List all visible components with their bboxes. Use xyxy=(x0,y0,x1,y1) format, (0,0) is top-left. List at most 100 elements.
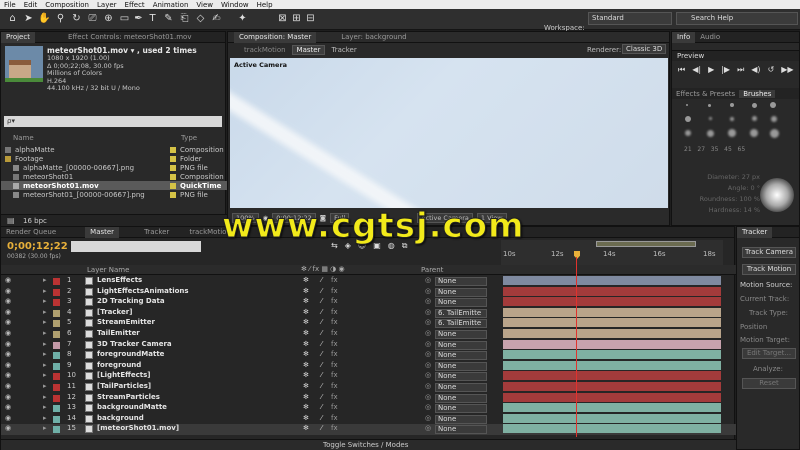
parent-select[interactable]: None xyxy=(435,340,487,350)
col-parent[interactable]: Parent xyxy=(421,266,443,274)
pickwhip-icon[interactable]: ◎ xyxy=(425,297,431,305)
parent-select[interactable]: None xyxy=(435,351,487,361)
visibility-eye-icon[interactable]: ◉ xyxy=(5,329,11,337)
layer-duration-bar[interactable] xyxy=(503,403,721,413)
pickwhip-icon[interactable]: ◎ xyxy=(425,350,431,358)
layer-duration-bar[interactable] xyxy=(503,392,721,402)
visibility-eye-icon[interactable]: ◉ xyxy=(5,308,11,316)
visibility-eye-icon[interactable]: ◉ xyxy=(5,276,11,284)
visibility-eye-icon[interactable]: ◉ xyxy=(5,287,11,295)
expand-arrow-icon[interactable]: ▸ xyxy=(43,318,47,326)
pickwhip-icon[interactable]: ◎ xyxy=(425,371,431,379)
layer-name[interactable]: StreamEmitter xyxy=(97,318,155,326)
shy-switch-icon[interactable]: ✻ xyxy=(303,361,309,369)
list-item[interactable]: alphaMatte_[00000-00667].png PNG file xyxy=(1,163,227,172)
current-timecode[interactable]: 0;00;12;22 xyxy=(7,241,68,252)
tab-brushes[interactable]: Brushes xyxy=(739,89,776,98)
time-ruler[interactable]: 10s 12s 14s 16s 18s xyxy=(501,240,723,266)
table-row[interactable]: ◉ ▸ 15 [meteorShot01.mov] ✻ ⁄ fx ◎ None xyxy=(1,424,736,435)
quality-switch-icon[interactable]: ⁄ xyxy=(321,393,322,401)
label-color[interactable] xyxy=(53,352,60,360)
quality-switch-icon[interactable]: ⁄ xyxy=(321,350,322,358)
table-row[interactable]: ◉ ▸ 4 [Tracker] ✻ ⁄ fx ◎ 6. TailEmitte xyxy=(1,307,736,319)
quality-switch-icon[interactable]: ⁄ xyxy=(321,340,322,348)
expand-arrow-icon[interactable]: ▸ xyxy=(43,393,47,401)
renderer-select[interactable]: Classic 3D xyxy=(622,44,667,54)
menu-effect[interactable]: Effect xyxy=(121,1,149,9)
layer-name[interactable]: [TailParticles] xyxy=(97,382,151,390)
effect-switch-icon[interactable]: fx xyxy=(331,329,338,337)
quality-switch-icon[interactable]: ⁄ xyxy=(321,403,322,411)
layer-duration-bar[interactable] xyxy=(503,329,721,338)
pickwhip-icon[interactable]: ◎ xyxy=(425,403,431,411)
label-color[interactable] xyxy=(53,320,60,328)
ram-preview-icon[interactable]: ▶▶ xyxy=(781,65,793,75)
table-row[interactable]: ◉ ▸ 7 3D Tracker Camera ✻ ⁄ fx ◎ None xyxy=(1,339,736,351)
parent-select[interactable]: None xyxy=(435,372,487,382)
parent-select[interactable]: None xyxy=(435,287,487,297)
tab-effects-presets[interactable]: Effects & Presets xyxy=(672,90,739,98)
brush-grid[interactable]: 21 27 35 45 65 xyxy=(676,102,794,166)
quality-switch-icon[interactable]: ⁄ xyxy=(321,297,322,305)
expand-arrow-icon[interactable]: ▸ xyxy=(43,297,47,305)
menu-layer[interactable]: Layer xyxy=(93,1,121,9)
layer-duration-bar[interactable] xyxy=(503,350,721,360)
layer-duration-bar[interactable] xyxy=(503,360,721,370)
table-row[interactable]: ◉ ▸ 3 2D Tracking Data ✻ ⁄ fx ◎ None xyxy=(1,297,736,308)
quality-switch-icon[interactable]: ⁄ xyxy=(321,318,322,326)
tab-audio[interactable]: Audio xyxy=(695,32,725,43)
layer-name[interactable]: TailEmitter xyxy=(97,329,140,337)
next-frame-icon[interactable]: |▶ xyxy=(721,65,730,75)
visibility-eye-icon[interactable]: ◉ xyxy=(5,371,11,379)
rotate-tool-icon[interactable]: ↻ xyxy=(70,12,83,25)
home-icon[interactable]: ⌂ xyxy=(6,12,19,25)
expand-arrow-icon[interactable]: ▸ xyxy=(43,276,47,284)
comp-nav-tracker[interactable]: Tracker xyxy=(327,46,360,54)
tab-info[interactable]: Info xyxy=(672,31,696,43)
table-row[interactable]: ◉ ▸ 6 TailEmitter ✻ ⁄ fx ◎ None xyxy=(1,329,736,340)
label-color[interactable] xyxy=(53,415,60,423)
layer-duration-bar[interactable] xyxy=(503,413,721,423)
expand-arrow-icon[interactable]: ▸ xyxy=(43,361,47,369)
loop-icon[interactable]: ↺ xyxy=(768,65,775,75)
search-help-field[interactable]: Search Help xyxy=(676,12,798,25)
layer-name[interactable]: LensEffects xyxy=(97,276,142,284)
axis-icon[interactable]: ⊠ xyxy=(276,12,289,25)
label-color[interactable] xyxy=(53,278,60,285)
expand-arrow-icon[interactable]: ▸ xyxy=(43,424,47,432)
layer-name[interactable]: backgroundMatte xyxy=(97,403,167,411)
position-checkbox[interactable]: Position xyxy=(740,323,767,331)
parent-select[interactable]: None xyxy=(435,383,487,392)
effect-switch-icon[interactable]: fx xyxy=(331,361,338,369)
effect-switch-icon[interactable]: fx xyxy=(331,297,338,305)
roto-tool-icon[interactable]: ✍ xyxy=(210,12,223,25)
parent-select[interactable]: None xyxy=(435,393,487,403)
tab-tracker-panel[interactable]: Tracker xyxy=(737,226,773,238)
pickwhip-icon[interactable]: ◎ xyxy=(425,287,431,295)
pickwhip-icon[interactable]: ◎ xyxy=(425,382,431,390)
list-item[interactable]: meteorShot01_[00000-00667].png PNG file xyxy=(1,190,227,199)
quality-switch-icon[interactable]: ⁄ xyxy=(321,371,322,379)
parent-select[interactable]: None xyxy=(435,414,487,424)
effect-switch-icon[interactable]: fx xyxy=(331,308,338,316)
list-item[interactable]: Footage Folder xyxy=(1,154,227,163)
selection-tool-icon[interactable]: ➤ xyxy=(22,12,35,25)
visibility-eye-icon[interactable]: ◉ xyxy=(5,424,11,432)
preview-panel-title[interactable]: Preview xyxy=(677,52,704,60)
layer-name[interactable]: 3D Tracker Camera xyxy=(97,340,172,348)
visibility-eye-icon[interactable]: ◉ xyxy=(5,393,11,401)
effect-switch-icon[interactable]: fx xyxy=(331,287,338,295)
layer-duration-bar[interactable] xyxy=(503,297,721,307)
menu-window[interactable]: Window xyxy=(217,1,253,9)
expand-arrow-icon[interactable]: ▸ xyxy=(43,308,47,316)
reset-button[interactable]: Reset xyxy=(742,378,796,389)
quality-switch-icon[interactable]: ⁄ xyxy=(321,382,322,390)
tab-composition-master[interactable]: Composition: Master xyxy=(234,31,317,43)
menu-animation[interactable]: Animation xyxy=(149,1,193,9)
pen-tool-icon[interactable]: ✒ xyxy=(132,12,145,25)
table-row[interactable]: ◉ ▸ 12 StreamParticles ✻ ⁄ fx ◎ None xyxy=(1,392,736,404)
effect-switch-icon[interactable]: fx xyxy=(331,414,338,422)
label-color[interactable] xyxy=(53,309,60,317)
puppet-tool-icon[interactable]: ✦ xyxy=(236,12,249,25)
expand-arrow-icon[interactable]: ▸ xyxy=(43,329,47,337)
